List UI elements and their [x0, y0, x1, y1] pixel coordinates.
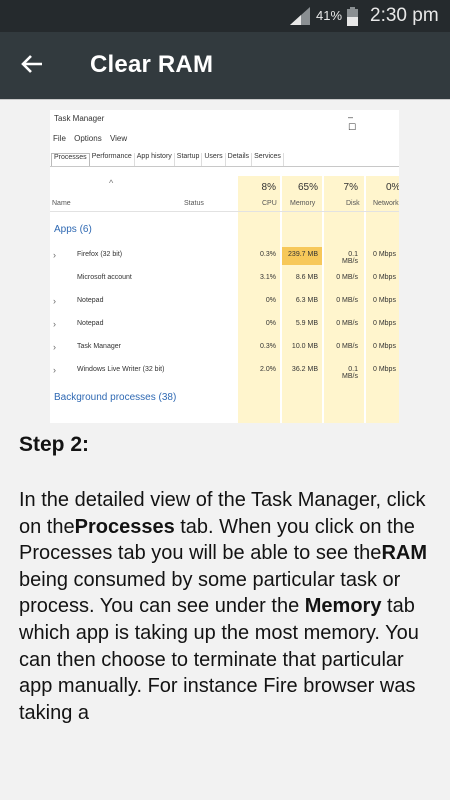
process-cpu: 0.3% — [260, 251, 276, 258]
col-disk: Disk — [346, 200, 360, 207]
process-row: Microsoft account 3.1% 8.6 MB 0 MB/s 0 M… — [50, 270, 399, 288]
step-title: Step 2: — [19, 433, 90, 456]
process-disk: 0 MB/s — [336, 320, 358, 327]
process-disk: 0 MB/s — [336, 274, 358, 281]
bold-processes: Processes — [74, 515, 175, 538]
process-network: 0 Mbps — [373, 274, 396, 281]
process-disk: 0 MB/s — [336, 343, 358, 350]
sort-caret-icon: ^ — [109, 178, 114, 188]
process-memory: 8.6 MB — [295, 274, 318, 281]
tm-menu-file: File — [53, 134, 66, 143]
process-name: Firefox (32 bit) — [77, 251, 123, 258]
background-section-label: Background processes (38) — [54, 392, 177, 403]
network-usage: 0% — [386, 182, 399, 193]
arrow-left-icon — [21, 55, 42, 73]
apps-section-label: Apps (6) — [54, 224, 92, 235]
col-memory: Memory — [290, 200, 316, 207]
process-memory: 10.0 MB — [291, 343, 318, 350]
process-row: › Notepad 0% 6.3 MB 0 MB/s 0 Mbps — [50, 293, 399, 311]
divider — [0, 99, 450, 100]
expand-chevron-icon: › — [53, 250, 56, 260]
process-row: › Notepad 0% 5.9 MB 0 MB/s 0 Mbps — [50, 316, 399, 334]
process-network: 0 Mbps — [373, 366, 396, 373]
process-row: › Windows Live Writer (32 bit) 2.0% 36.2… — [50, 362, 399, 380]
app-bar: Clear RAM — [0, 32, 450, 99]
process-cpu: 0.3% — [260, 343, 276, 350]
col-status: Status — [184, 200, 204, 207]
process-name: Notepad — [77, 297, 104, 304]
col-network: Network — [373, 200, 399, 207]
col-name: Name — [52, 200, 71, 207]
tm-tab-app-history: App history — [135, 153, 175, 166]
tm-tab-startup: Startup — [175, 153, 203, 166]
expand-chevron-icon: › — [53, 342, 56, 352]
header-divider — [50, 211, 399, 212]
disk-usage: 7% — [343, 182, 358, 193]
process-memory: 36.2 MB — [291, 366, 318, 373]
process-memory: 5.9 MB — [295, 320, 318, 327]
tm-tab-details: Details — [226, 153, 253, 166]
process-name: Windows Live Writer (32 bit) — [77, 366, 165, 373]
back-button[interactable] — [12, 44, 52, 84]
expand-chevron-icon: › — [53, 365, 56, 375]
col-cpu: CPU — [262, 200, 277, 207]
tm-tab-services: Services — [252, 153, 284, 166]
process-name: Microsoft account — [77, 274, 132, 281]
process-network: 0 Mbps — [373, 297, 396, 304]
process-name: Notepad — [77, 320, 104, 327]
tm-tab-users: Users — [202, 153, 226, 166]
process-network: 0 Mbps — [373, 320, 396, 327]
battery-icon — [347, 7, 358, 26]
step-description: In the detailed view of the Task Manager… — [19, 487, 431, 726]
process-cpu: 3.1% — [260, 274, 276, 281]
tm-menu-view: View — [109, 134, 128, 143]
tm-window-title: Task Manager — [54, 114, 105, 123]
status-bar: 41% 2:30 pm — [0, 0, 450, 32]
process-network: 0 Mbps — [373, 251, 396, 258]
cpu-usage: 8% — [261, 182, 276, 193]
process-disk: 0.1 MB/s — [342, 251, 358, 265]
expand-chevron-icon: › — [53, 296, 56, 306]
tm-window-buttons: – ☐ — [348, 112, 375, 132]
expand-chevron-icon: › — [53, 319, 56, 329]
tm-menu-bar: File Options View — [53, 134, 133, 143]
tm-tab-underline — [50, 166, 399, 167]
signal-icon — [290, 7, 310, 25]
process-disk: 0.1 MB/s — [342, 366, 358, 380]
process-cpu: 0% — [265, 320, 276, 327]
bold-memory: Memory — [304, 595, 382, 618]
process-memory: 239.7 MB — [288, 251, 318, 258]
page-title: Clear RAM — [90, 51, 214, 78]
tm-tabs: Processes Performance App history Startu… — [51, 153, 284, 166]
battery-percent: 41% — [316, 8, 343, 23]
task-manager-screenshot: Task Manager – ☐ File Options View Proce… — [50, 110, 399, 423]
process-disk: 0 MB/s — [336, 297, 358, 304]
instruction-content: Step 2: In the detailed view of the Task… — [19, 433, 431, 736]
process-cpu: 2.0% — [260, 366, 276, 373]
process-name: Task Manager — [77, 343, 121, 350]
tm-tab-performance: Performance — [90, 153, 135, 166]
clock: 2:30 pm — [370, 5, 439, 26]
process-row: › Firefox (32 bit) 0.3% 239.7 MB 0.1 MB/… — [50, 247, 399, 265]
bold-ram: RAM — [381, 542, 427, 565]
process-cpu: 0% — [265, 297, 276, 304]
process-row: › Task Manager 0.3% 10.0 MB 0 MB/s 0 Mbp… — [50, 339, 399, 357]
tm-tab-processes: Processes — [51, 153, 90, 166]
process-memory: 6.3 MB — [295, 297, 318, 304]
memory-usage: 65% — [297, 182, 318, 193]
process-network: 0 Mbps — [373, 343, 396, 350]
tm-menu-options: Options — [74, 134, 102, 143]
